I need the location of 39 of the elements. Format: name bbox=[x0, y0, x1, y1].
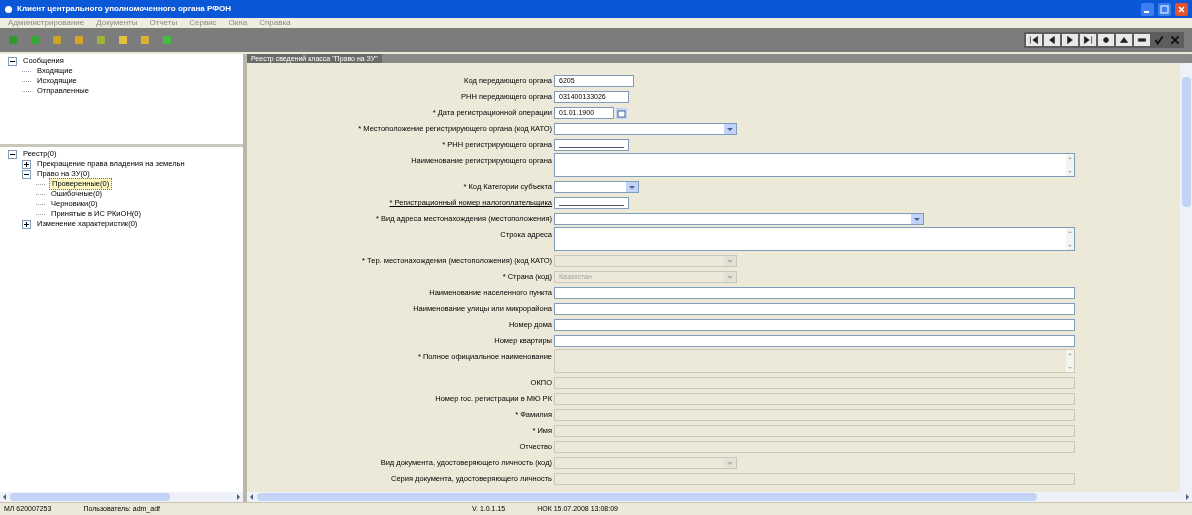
input-field[interactable] bbox=[554, 335, 1075, 347]
toolbar-icon[interactable] bbox=[140, 35, 150, 45]
vertical-scrollbar[interactable] bbox=[1180, 63, 1192, 492]
toolbar-icon[interactable] bbox=[52, 35, 62, 45]
window-title: Клиент центрального уполномоченного органа РФОН bbox=[17, 3, 232, 15]
toolbar-icon[interactable] bbox=[74, 35, 84, 45]
toolbar-icon[interactable] bbox=[96, 35, 106, 45]
minimize-icon[interactable] bbox=[1141, 2, 1154, 16]
navigation-icon[interactable] bbox=[1026, 34, 1042, 46]
close-icon[interactable] bbox=[1175, 2, 1188, 16]
close-icon[interactable] bbox=[1168, 34, 1182, 46]
calendar-icon[interactable] bbox=[616, 107, 627, 119]
app-icon bbox=[4, 4, 13, 14]
scroll-arrows-icon bbox=[1066, 228, 1074, 250]
navigation-icon[interactable] bbox=[1116, 34, 1132, 46]
scroll-arrows-icon bbox=[1066, 154, 1074, 176]
text-area[interactable] bbox=[554, 227, 1075, 251]
maximize-icon[interactable] bbox=[1158, 2, 1171, 16]
input-field[interactable] bbox=[554, 139, 629, 151]
input-field[interactable] bbox=[554, 197, 629, 209]
scroll-arrows-icon bbox=[1066, 350, 1074, 372]
navigation-icon[interactable] bbox=[1080, 34, 1096, 46]
input-field[interactable] bbox=[554, 303, 1075, 315]
collapse-icon[interactable] bbox=[22, 169, 31, 179]
toolbar-icon[interactable] bbox=[118, 35, 128, 45]
collapse-icon[interactable] bbox=[8, 149, 17, 159]
check-icon[interactable] bbox=[1152, 34, 1166, 46]
horizontal-scrollbar[interactable] bbox=[0, 492, 243, 502]
collapse-icon[interactable] bbox=[8, 56, 17, 66]
navigation-icon[interactable] bbox=[1098, 34, 1114, 46]
navigation-icon[interactable] bbox=[1062, 34, 1078, 46]
expand-icon[interactable] bbox=[22, 219, 31, 229]
input-field[interactable] bbox=[554, 287, 1075, 299]
expand-icon[interactable] bbox=[22, 159, 31, 169]
navigation-icon[interactable] bbox=[1134, 34, 1150, 46]
horizontal-scrollbar[interactable] bbox=[247, 492, 1192, 502]
navigation-icon[interactable] bbox=[1044, 34, 1060, 46]
input-field[interactable] bbox=[554, 319, 1075, 331]
toolbar-icon[interactable] bbox=[162, 35, 172, 45]
